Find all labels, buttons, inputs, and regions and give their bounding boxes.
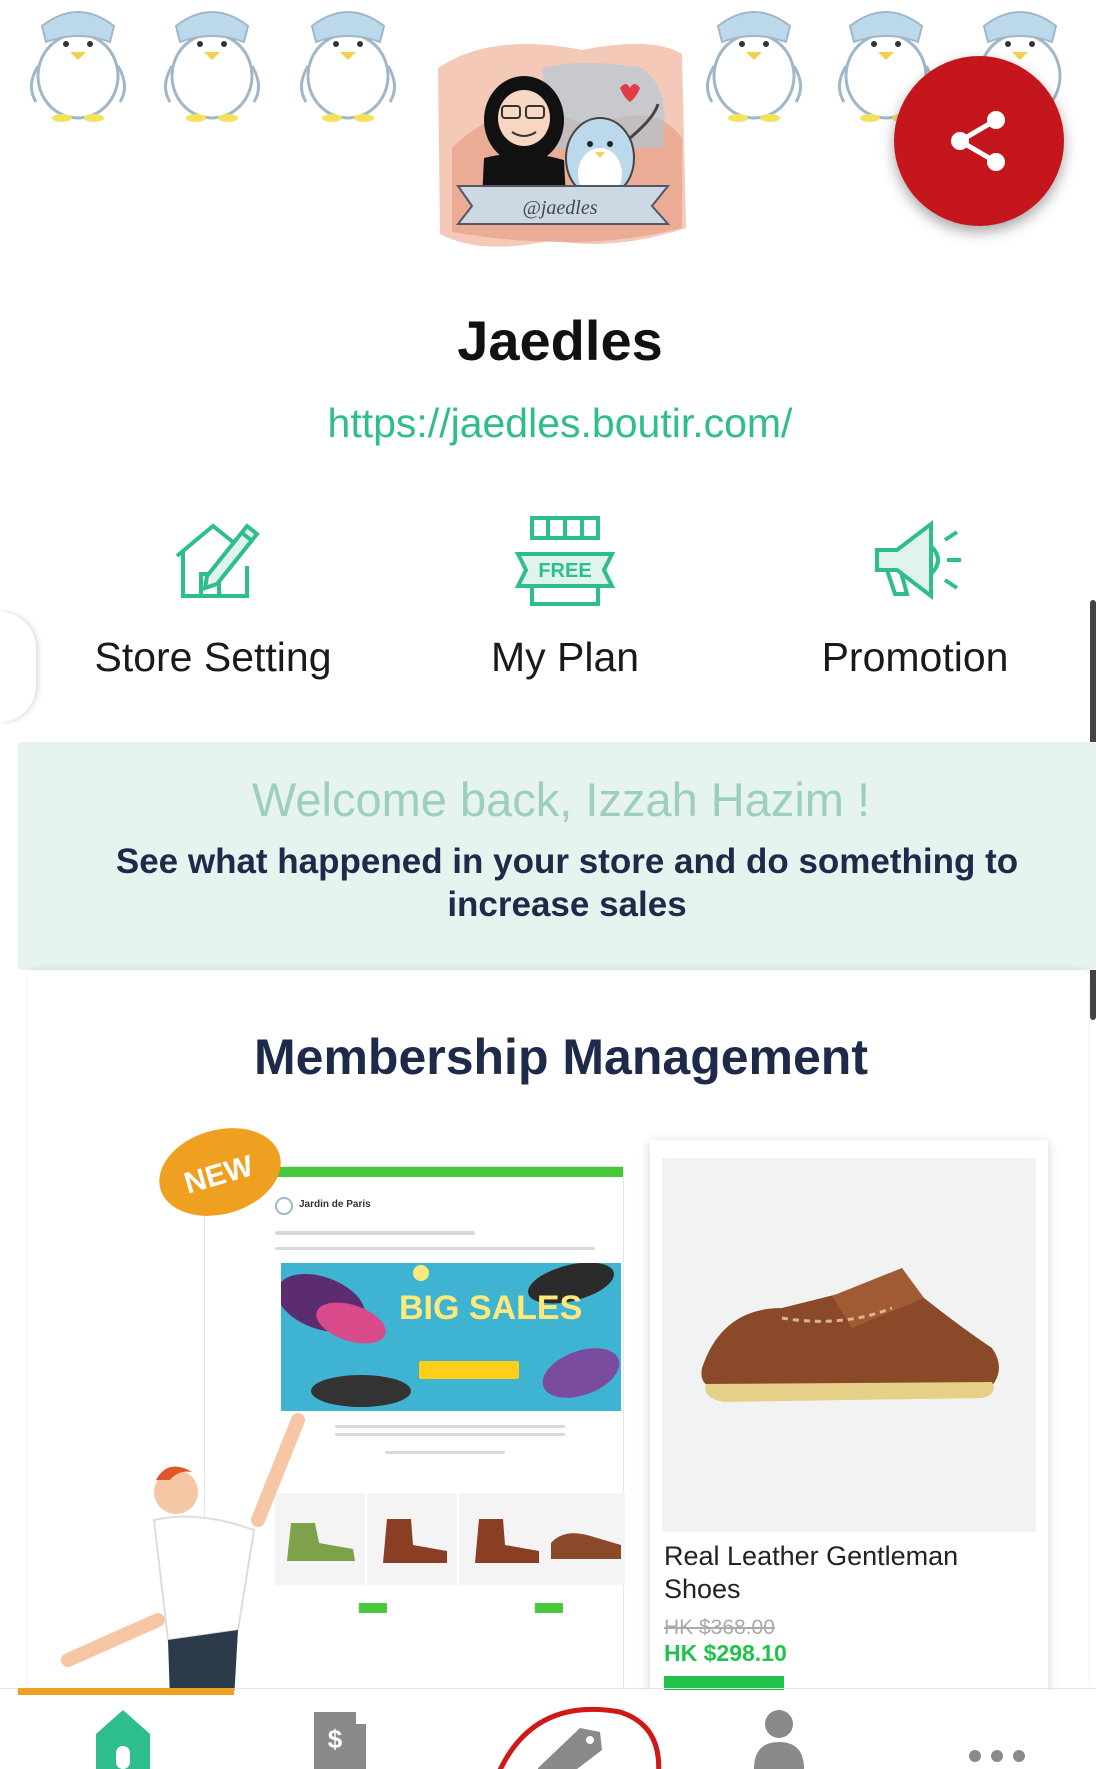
mockup-buy-button: [535, 1603, 563, 1613]
card-progress-indicator: [18, 1688, 234, 1695]
brown-shoe-icon: [551, 1533, 621, 1559]
product-original-price: HK $368.00: [664, 1616, 775, 1639]
penguin-decoration-icon: [706, 11, 802, 122]
megaphone-icon: [875, 519, 961, 601]
house-pencil-icon: [175, 523, 260, 598]
welcome-subtitle: See what happened in your store and do s…: [115, 842, 1019, 924]
shop-now-button: [419, 1361, 519, 1379]
mockup-category-line: [275, 1247, 595, 1250]
nav-account[interactable]: [748, 1706, 810, 1769]
free-badge: FREE: [538, 560, 591, 582]
mockup-menu-line: [275, 1231, 475, 1235]
my-plan-label: My Plan: [490, 634, 640, 680]
mockup-buy-button: [359, 1603, 387, 1613]
mockup-text-line: [385, 1451, 505, 1454]
nav-home[interactable]: [92, 1706, 154, 1769]
svg-text:$: $: [328, 1724, 343, 1754]
more-dots-icon: [969, 1750, 1025, 1762]
card-title: Membership Management: [253, 1029, 868, 1085]
person-icon: [754, 1710, 804, 1769]
shoes-hero-illustration: [281, 1263, 620, 1407]
receipt-dollar-icon: $: [314, 1712, 366, 1769]
brown-boot-icon: [475, 1519, 539, 1563]
leather-shoe-icon: [701, 1268, 999, 1402]
store-url-link[interactable]: https://jaedles.boutir.com/: [0, 400, 1096, 447]
store-banner: @jaedles: [0, 0, 1096, 270]
product-name: Real Leather Gentleman Shoes: [664, 1541, 959, 1604]
brown-boot-icon: [383, 1519, 447, 1563]
hero-sale-text: BIG SALES: [399, 1289, 583, 1327]
store-logo-illustration: @jaedles: [438, 43, 686, 247]
free-shop-icon: FREE: [514, 516, 616, 606]
nav-orders[interactable]: $: [310, 1706, 372, 1769]
product-thumb: [367, 1493, 457, 1585]
promotion-button[interactable]: Promotion: [750, 510, 1080, 710]
penguin-decoration-icon: [30, 11, 126, 122]
quick-actions: Store Setting FREE My Plan Promotion: [18, 510, 1088, 740]
mockup-text-line: [335, 1425, 565, 1428]
new-badge: NEW: [159, 1128, 281, 1216]
share-icon: [951, 111, 1005, 171]
share-button[interactable]: [894, 56, 1064, 226]
store-name: Jaedles: [457, 309, 663, 372]
product-sale-price: HK $298.10: [664, 1640, 787, 1666]
mockup-store-name: Jardin de Paris: [299, 1199, 371, 1210]
welcome-title: Welcome back, Izzah Hazim !: [251, 773, 871, 826]
product-thumb: [459, 1493, 549, 1585]
product-card[interactable]: Real Leather Gentleman Shoes HK $368.00 …: [650, 1140, 1048, 1690]
person-illustration: [61, 1413, 305, 1690]
welcome-banner: Welcome back, Izzah Hazim ! See what hap…: [18, 742, 1096, 970]
mockup-text-line: [335, 1433, 565, 1436]
penguin-decoration-icon: [300, 11, 396, 122]
avatar-caption: @jaedles: [522, 197, 597, 219]
store-avatar[interactable]: @jaedles: [432, 28, 688, 256]
product-thumb: [543, 1493, 625, 1585]
store-setting-button[interactable]: Store Setting: [48, 510, 378, 710]
promotion-label: Promotion: [821, 634, 1009, 680]
penguin-decoration-icon: [164, 11, 260, 122]
product-image: [662, 1158, 1036, 1532]
mockup-hero-banner: BIG SALES: [281, 1263, 621, 1411]
my-plan-button[interactable]: FREE My Plan: [400, 510, 730, 710]
store-dashboard: @jaedles Jaedles https://jaedles.boutir.…: [0, 0, 1096, 1769]
bottom-navigation: $: [0, 1696, 1096, 1769]
price-tag-icon: [497, 1706, 662, 1769]
nav-products[interactable]: [490, 1706, 670, 1769]
home-icon: [96, 1710, 150, 1769]
membership-card[interactable]: Membership Management Jardin de Paris BI…: [28, 970, 1088, 1690]
nav-more[interactable]: [966, 1706, 1028, 1769]
store-setting-label: Store Setting: [94, 634, 332, 680]
